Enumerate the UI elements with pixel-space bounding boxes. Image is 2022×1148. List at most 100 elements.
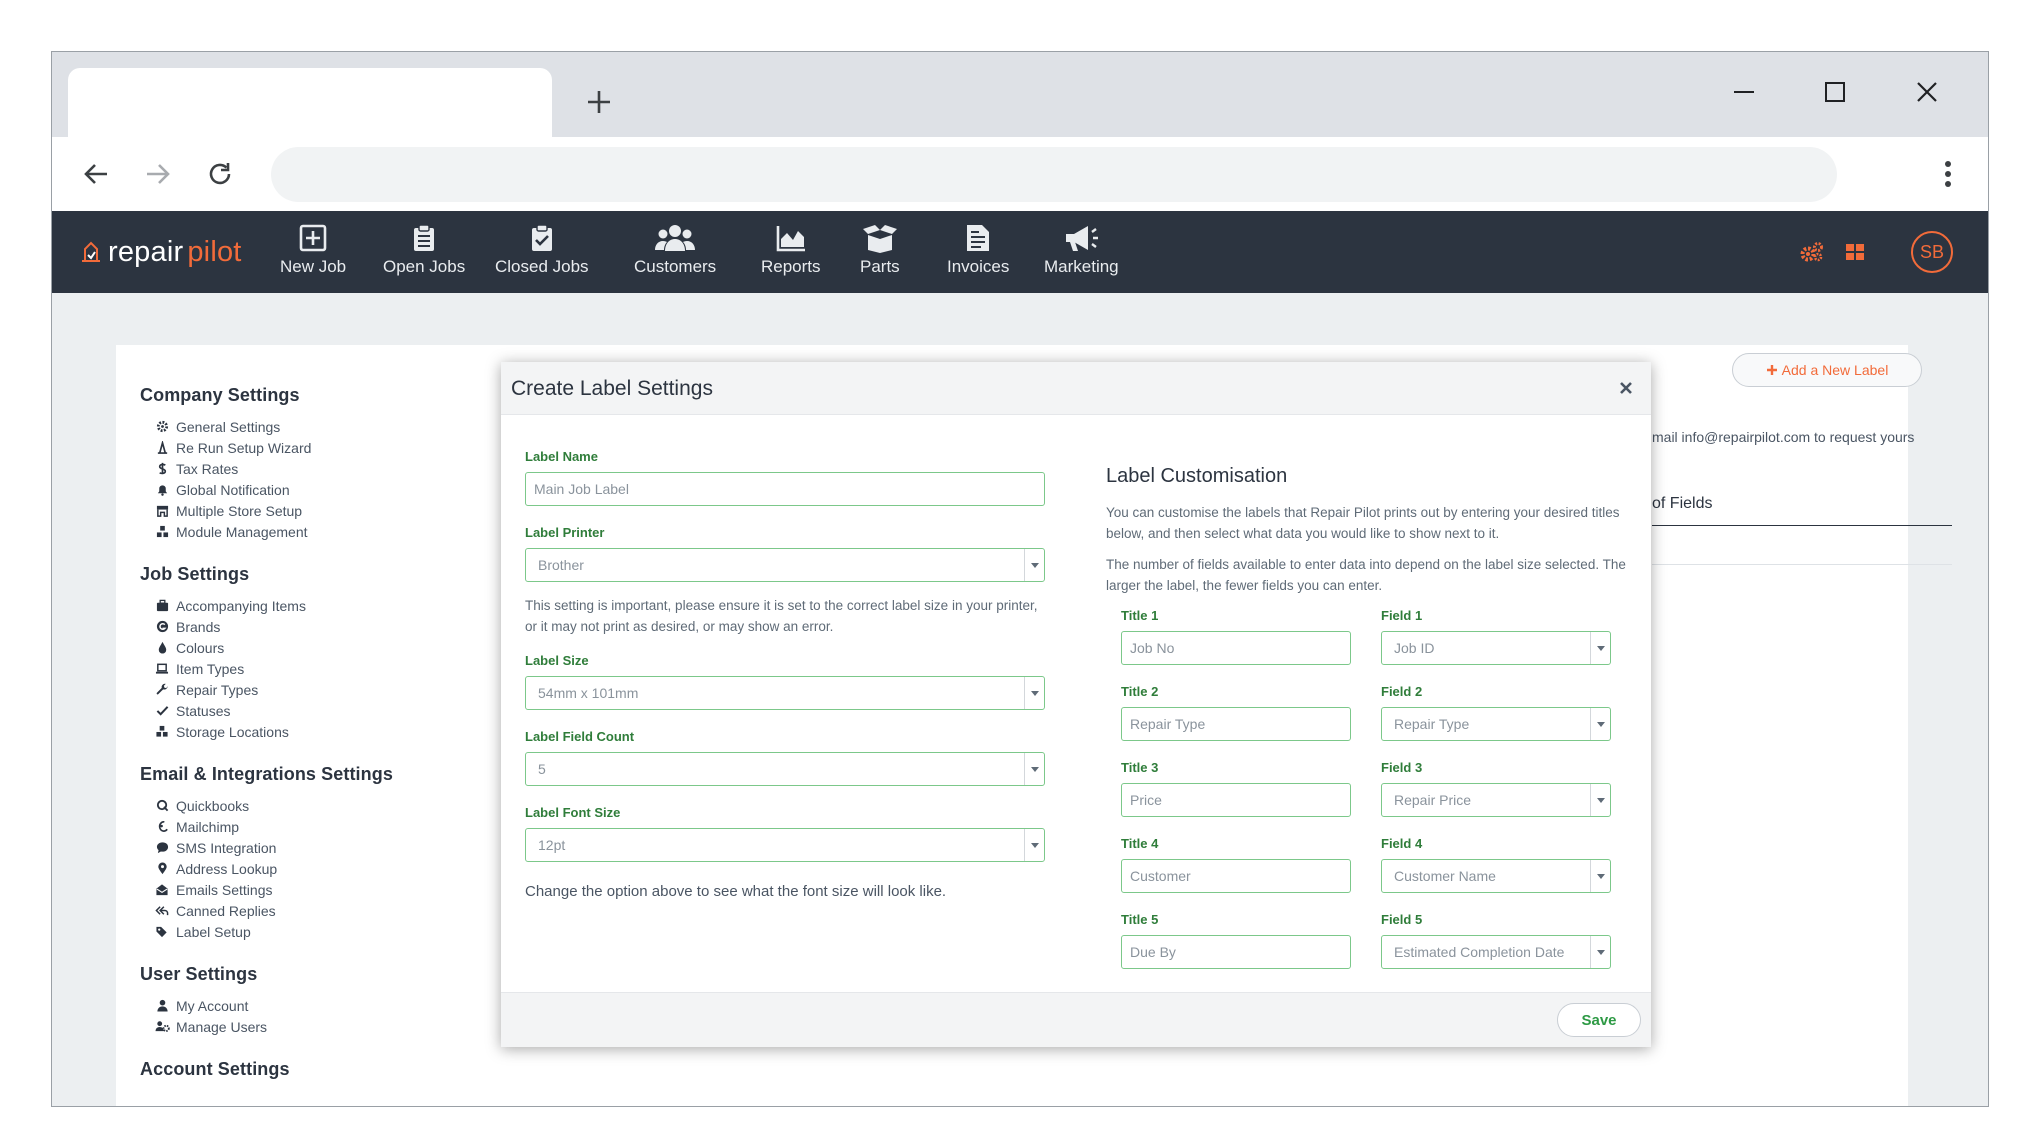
title-5-input[interactable]: Due By [1121,935,1351,969]
field-1-label: Field 1 [1381,608,1423,623]
users-icon [655,225,696,251]
wizard-icon [154,440,170,456]
repairpilot-logo[interactable]: repair pilot [78,233,242,271]
back-button[interactable] [70,148,122,200]
sidebar-item-address-lookup[interactable]: Address Lookup [140,858,440,879]
field-4-select[interactable]: Customer Name [1381,859,1611,893]
arrow-right-icon [147,164,170,184]
area-chart-icon [776,226,805,252]
bell-icon [154,482,170,498]
title-5-label: Title 5 [1121,912,1159,927]
field-5-select[interactable]: Estimated Completion Date [1381,935,1611,969]
printer-help-text: This setting is important, please ensure… [525,598,1038,634]
box-open-icon [862,225,897,253]
nav-reports[interactable]: Reports [761,223,821,287]
label-printer-select[interactable]: Brother [525,548,1045,582]
modal-title: Create Label Settings [511,377,713,400]
save-button[interactable]: Save [1557,1003,1641,1037]
sidebar-item-label: Storage Locations [176,723,289,740]
sidebar-item-label: Global Notification [176,481,290,498]
sidebar-item-canned-replies[interactable]: Canned Replies [140,900,440,921]
sidebar-item-global-notification[interactable]: Global Notification [140,479,440,500]
nav-customers[interactable]: Customers [634,223,716,287]
minimize-button[interactable] [1716,66,1772,118]
title-3-input[interactable]: Price [1121,783,1351,817]
sidebar-item-sms-integration[interactable]: SMS Integration [140,837,440,858]
modal-header: Create Label Settings [501,362,1651,415]
laptop-icon [154,661,170,677]
title-4-label: Title 4 [1121,836,1159,851]
title-3-label: Title 3 [1121,760,1159,775]
sidebar-item-label-setup[interactable]: Label Setup [140,921,440,942]
nav-label: Parts [860,257,900,276]
sidebar-item-label: Colours [176,639,225,656]
caret-down-icon [1024,677,1044,709]
sidebar-item-label: Label Setup [176,923,251,940]
sidebar-item-brands[interactable]: Brands [140,616,440,637]
label-printer-label: Label Printer [525,525,605,540]
new-tab-button[interactable] [579,82,619,122]
sidebar-item-label: Address Lookup [176,860,278,877]
label-size-select[interactable]: 54mm x 101mm [525,676,1045,710]
browser-window: repair pilot New Job Open Jobs Closed Job… [51,51,1989,1107]
sidebar-item-colours[interactable]: Colours [140,637,440,658]
browser-menu-button[interactable] [1926,148,1970,200]
nav-invoices[interactable]: Invoices [947,223,1009,287]
label-name-input[interactable]: Main Job Label [525,472,1045,506]
sidebar-item-module-management[interactable]: Module Management [140,521,440,542]
sidebar-item-manage-users[interactable]: Manage Users [140,1016,440,1037]
close-window-button[interactable] [1899,66,1955,118]
browser-tab[interactable] [68,68,552,137]
label-field-count-select[interactable]: 5 [525,752,1045,786]
store-icon [154,503,170,519]
add-new-label-button[interactable]: Add a New Label [1732,353,1922,387]
sidebar-item-item-types[interactable]: Item Types [140,658,440,679]
sidebar-item-statuses[interactable]: Statuses [140,700,440,721]
address-bar[interactable] [271,147,1837,202]
logo-text-pilot: pilot [187,235,242,268]
sidebar-item-emails-settings[interactable]: Emails Settings [140,879,440,900]
label-font-size-select[interactable]: 12pt [525,828,1045,862]
maximize-button[interactable] [1807,66,1863,118]
apps-grid-button[interactable] [1842,239,1868,265]
nav-label: New Job [280,257,347,276]
sidebar-item-quickbooks[interactable]: Quickbooks [140,795,440,816]
more-vertical-icon [1945,161,1951,187]
title-4-input[interactable]: Customer [1121,859,1351,893]
nav-closed-jobs[interactable]: Closed Jobs [495,223,589,287]
field-2-label: Field 2 [1381,684,1423,699]
forward-button[interactable] [132,148,184,200]
field-2-select[interactable]: Repair Type [1381,707,1611,741]
brand-icon [154,619,170,635]
select-value: 12pt [538,837,566,853]
nav-open-jobs[interactable]: Open Jobs [383,223,465,287]
user-avatar[interactable]: SB [1911,231,1953,273]
file-invoice-icon [967,225,990,251]
sidebar-item-general-settings[interactable]: General Settings [140,416,440,437]
select-value: 54mm x 101mm [538,685,639,701]
nav-parts[interactable]: Parts [860,223,900,287]
nav-new-job[interactable]: New Job [280,223,346,287]
nav-marketing[interactable]: Marketing [1044,223,1119,287]
title-1-input[interactable]: Job No [1121,631,1351,665]
sidebar-item-my-account[interactable]: My Account [140,995,440,1016]
sidebar-item-tax-rates[interactable]: Tax Rates [140,458,440,479]
sidebar-item-storage-locations[interactable]: Storage Locations [140,721,440,742]
sidebar-item-rerun-wizard[interactable]: Re Run Setup Wizard [140,437,440,458]
sidebar-item-repair-types[interactable]: Repair Types [140,679,440,700]
create-label-modal: Create Label Settings Label Name Main Jo… [501,362,1651,1047]
reload-button[interactable] [194,148,246,200]
sidebar-item-mailchimp[interactable]: Mailchimp [140,816,440,837]
sidebar-item-accompanying-items[interactable]: Accompanying Items [140,595,440,616]
title-2-input[interactable]: Repair Type [1121,707,1351,741]
nav-label: Customers [634,257,717,276]
field-1-select[interactable]: Job ID [1381,631,1611,665]
sidebar-item-label: Tax Rates [176,460,239,477]
modal-close-button[interactable] [1615,377,1637,399]
field-5-label: Field 5 [1381,912,1423,927]
field-3-select[interactable]: Repair Price [1381,783,1611,817]
logo-mark-icon [82,241,100,262]
settings-cogs-button[interactable] [1799,239,1825,265]
app-header: repair pilot New Job Open Jobs Closed Job… [52,211,1988,293]
sidebar-item-multiple-store[interactable]: Multiple Store Setup [140,500,440,521]
